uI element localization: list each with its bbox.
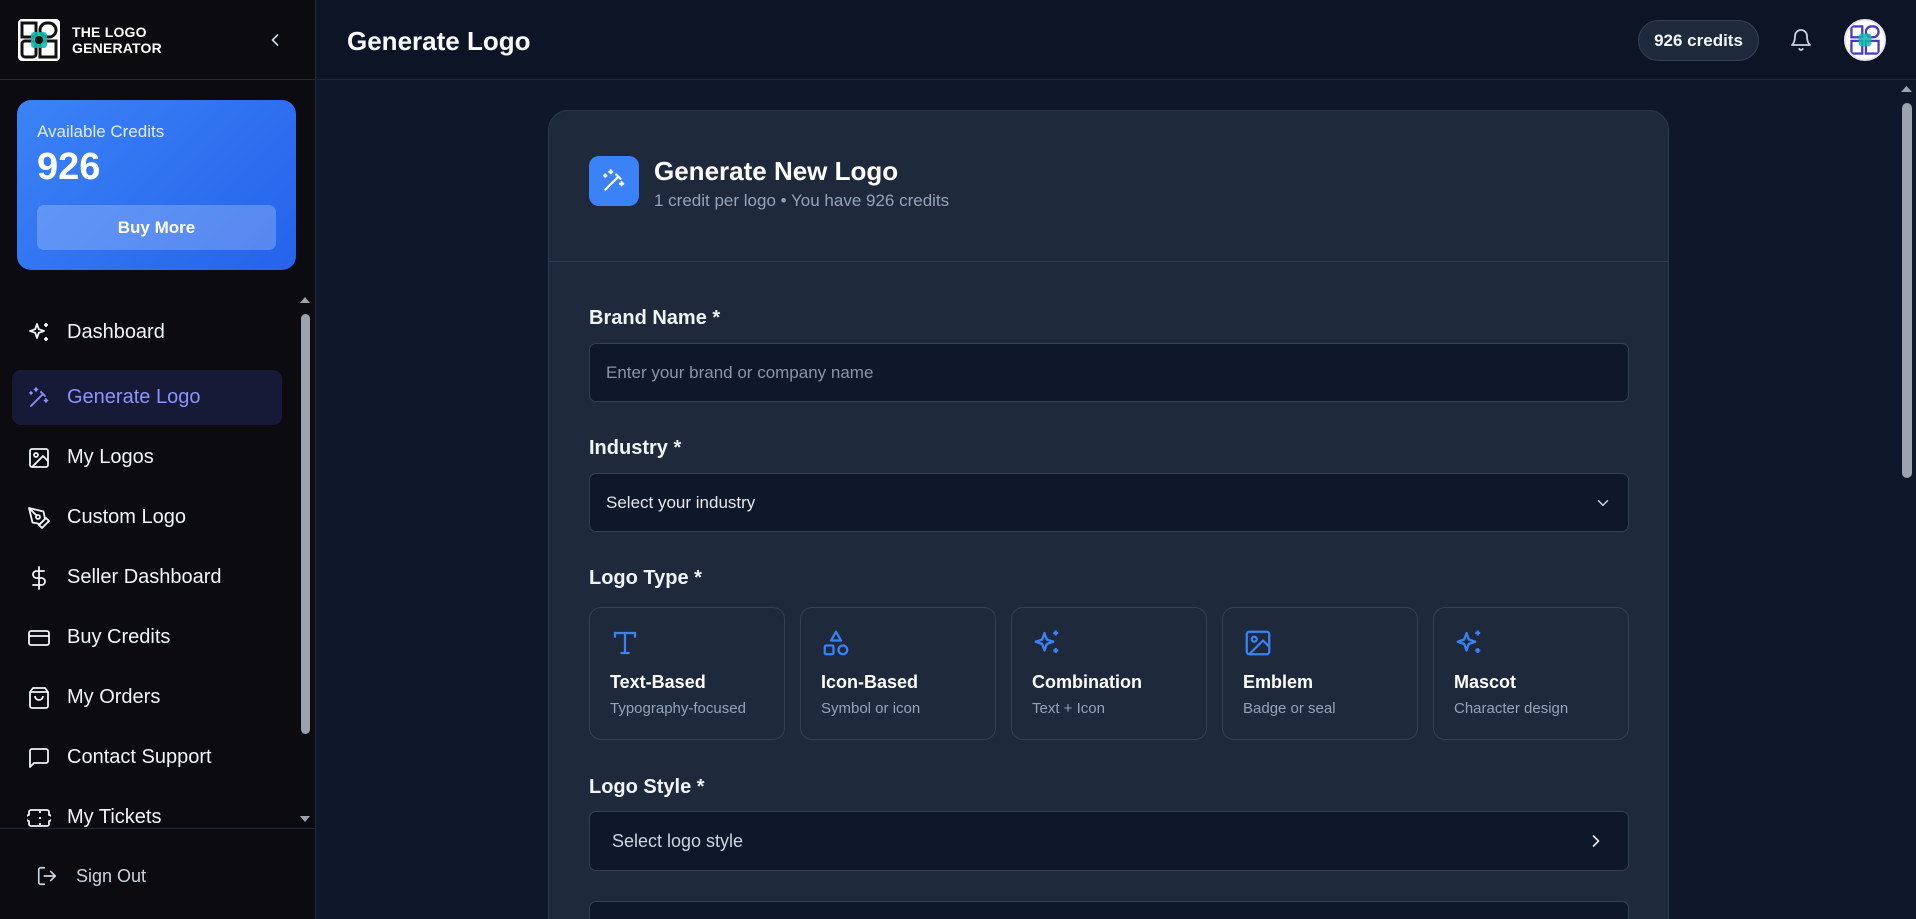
- sidebar-item-my-tickets[interactable]: My Tickets: [12, 790, 282, 827]
- pen-tool-icon: [28, 506, 50, 529]
- sidebar-nav: Dashboard Generate Logo My Logos Custom …: [0, 292, 296, 827]
- logo-type-desc: Symbol or icon: [821, 700, 921, 717]
- sign-out-button[interactable]: Sign Out: [36, 865, 146, 887]
- credits-badge[interactable]: 926 credits: [1638, 20, 1759, 61]
- type-icon: [613, 631, 637, 655]
- page-title: Generate Logo: [347, 26, 531, 56]
- brand-name-line1: THE LOGO: [72, 23, 147, 40]
- image-icon: [1245, 630, 1271, 656]
- sidebar-item-my-orders[interactable]: My Orders: [12, 670, 282, 725]
- sidebar-scrollbar-thumb[interactable]: [301, 314, 310, 734]
- magic-wand-icon: [29, 386, 49, 407]
- sign-out-label: Sign Out: [76, 865, 147, 886]
- industry-select-value: Select your industry: [606, 492, 756, 512]
- logo-style-select-value: Select logo style: [612, 830, 744, 851]
- logo-type-icon-based[interactable]: Icon-Based Symbol or icon: [800, 607, 996, 740]
- logo-type-combination[interactable]: Combination Text + Icon: [1011, 607, 1207, 740]
- industry-label: Industry *: [589, 437, 682, 459]
- logo-type-options: Text-Based Typography-focused Icon-Based…: [589, 607, 1629, 740]
- chevron-left-icon[interactable]: [265, 30, 285, 50]
- shapes-icon: [823, 630, 849, 656]
- sidebar-scrollbar[interactable]: [297, 292, 313, 827]
- chevron-right-icon: [1592, 835, 1600, 847]
- brand-name-line2: GENERATOR: [72, 39, 162, 56]
- sidebar-item-label: Buy Credits: [67, 626, 171, 648]
- sidebar-item-label: My Orders: [67, 686, 161, 708]
- form-subtitle: 1 credit per logo • You have 926 credits: [654, 191, 950, 210]
- ticket-icon: [27, 808, 51, 827]
- logo-type-mascot[interactable]: Mascot Character design: [1433, 607, 1629, 740]
- scroll-down-arrow-icon[interactable]: [297, 811, 313, 827]
- sidebar-footer: Sign Out: [0, 828, 316, 919]
- bell-icon[interactable]: [1789, 28, 1813, 52]
- sidebar-item-generate-logo[interactable]: Generate Logo: [12, 370, 282, 425]
- logo-type-label: Logo Type *: [589, 567, 702, 589]
- log-out-icon: [37, 866, 57, 886]
- logo-type-name: Icon-Based: [821, 672, 919, 692]
- credits-value: 926: [37, 146, 101, 188]
- avatar-image-icon: [1846, 21, 1884, 59]
- brand-logo-icon[interactable]: [16, 17, 62, 63]
- brand-name-label: Brand Name *: [589, 307, 721, 329]
- scroll-up-arrow-icon[interactable]: [1897, 81, 1916, 97]
- shopping-bag-icon: [29, 686, 49, 709]
- logo-type-desc: Badge or seal: [1243, 700, 1336, 717]
- magic-wand-icon: [589, 156, 639, 206]
- industry-select[interactable]: Select your industry: [589, 473, 1629, 532]
- main-scrollbar[interactable]: [1897, 81, 1916, 919]
- sidebar-item-label: Contact Support: [67, 746, 212, 768]
- form-title: Generate New Logo: [654, 156, 899, 186]
- next-form-field[interactable]: [589, 901, 1629, 919]
- buy-more-button[interactable]: Buy More: [37, 205, 276, 250]
- credit-card-icon: [28, 629, 50, 646]
- main-scrollbar-thumb[interactable]: [1902, 103, 1912, 478]
- logo-style-label: Logo Style *: [589, 776, 705, 798]
- logo-type-emblem[interactable]: Emblem Badge or seal: [1222, 607, 1418, 740]
- sidebar-item-buy-credits[interactable]: Buy Credits: [12, 610, 282, 665]
- brand-name: THE LOGO GENERATOR: [72, 24, 162, 56]
- sparkles-icon: [1034, 630, 1059, 653]
- sidebar-item-dashboard[interactable]: Dashboard: [12, 305, 282, 360]
- sidebar-item-my-logos[interactable]: My Logos: [12, 430, 282, 485]
- available-credits-card: Available Credits 926 Buy More: [17, 100, 296, 270]
- scroll-up-arrow-icon[interactable]: [297, 292, 313, 308]
- sidebar-item-custom-logo[interactable]: Custom Logo: [12, 490, 282, 545]
- sparkles-icon: [1456, 630, 1481, 653]
- message-square-icon: [29, 747, 49, 768]
- chevron-down-icon: [1597, 499, 1609, 506]
- sidebar-item-contact-support[interactable]: Contact Support: [12, 730, 282, 785]
- sidebar-item-label: Generate Logo: [67, 386, 201, 408]
- sidebar: THE LOGO GENERATOR Available Credits 926…: [0, 0, 316, 919]
- sparkles-icon: [29, 322, 48, 341]
- logo-type-desc: Typography-focused: [610, 700, 746, 717]
- sidebar-item-seller-dashboard[interactable]: Seller Dashboard: [12, 550, 282, 605]
- sidebar-item-label: Custom Logo: [67, 506, 186, 528]
- sidebar-item-label: My Logos: [67, 446, 154, 468]
- logo-style-select[interactable]: Select logo style: [589, 811, 1629, 871]
- sidebar-header: THE LOGO GENERATOR: [0, 0, 315, 80]
- image-icon: [29, 447, 49, 468]
- dollar-icon: [32, 565, 46, 590]
- logo-type-name: Text-Based: [610, 672, 706, 692]
- generate-logo-form-card: Generate New Logo 1 credit per logo • Yo…: [548, 110, 1669, 919]
- sidebar-item-label: Seller Dashboard: [67, 566, 222, 588]
- logo-type-desc: Character design: [1454, 700, 1569, 717]
- top-bar: Generate Logo 926 credits: [317, 0, 1916, 80]
- credits-label: Available Credits: [37, 122, 165, 141]
- logo-type-desc: Text + Icon: [1032, 700, 1105, 717]
- brand-name-input[interactable]: [589, 343, 1629, 402]
- logo-type-name: Combination: [1032, 672, 1142, 692]
- sidebar-item-label: My Tickets: [67, 806, 162, 827]
- sidebar-item-label: Dashboard: [67, 321, 165, 343]
- form-header: Generate New Logo 1 credit per logo • Yo…: [549, 111, 1668, 262]
- logo-type-name: Mascot: [1454, 672, 1517, 692]
- logo-type-text-based[interactable]: Text-Based Typography-focused: [589, 607, 785, 740]
- avatar[interactable]: [1844, 19, 1886, 61]
- logo-type-name: Emblem: [1243, 672, 1314, 692]
